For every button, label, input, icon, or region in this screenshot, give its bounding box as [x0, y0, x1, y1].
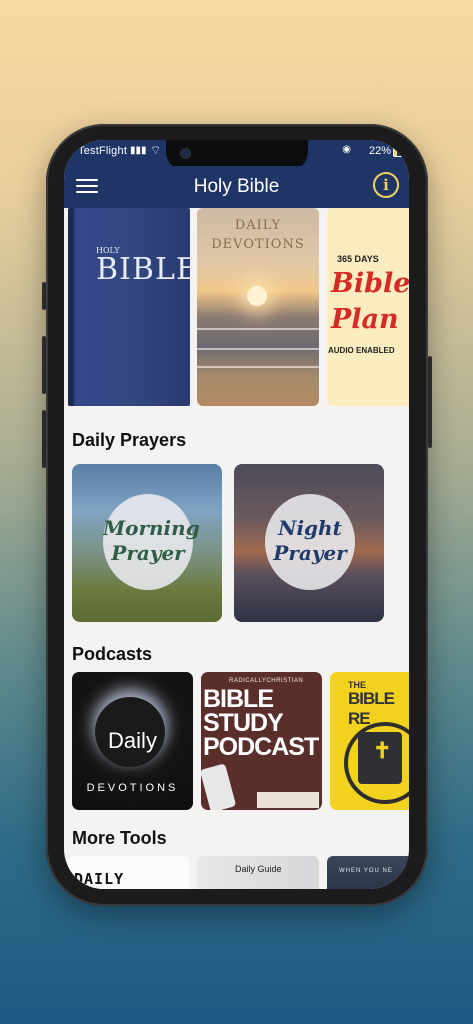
wave-line [197, 348, 319, 350]
plan-audio-label: AUDIO ENABLED [328, 346, 395, 355]
power-button [428, 356, 432, 448]
plan-days-label: 365 DAYS [337, 254, 379, 264]
night-prayer-card[interactable]: Night Prayer [234, 464, 384, 622]
plan-title-line1: Bible [331, 268, 409, 299]
cross-icon: ✝ [373, 738, 392, 763]
signal-icon: ▮▮▮ [130, 145, 147, 156]
main-scroll-area[interactable]: HOLY BIBLE DAILY DEVOTIONS 365 DAYS Bibl… [64, 208, 409, 889]
tool-card-daily[interactable]: DAILY [68, 856, 190, 889]
featured-card-holy-bible[interactable]: HOLY BIBLE [68, 208, 190, 406]
tool-card-daily-guide[interactable]: Daily Guide [197, 856, 319, 889]
volume-down-button [42, 410, 46, 468]
section-title-podcasts: Podcasts [72, 644, 153, 664]
featured-card-bible-plan[interactable]: 365 DAYS Bible Plan AUDIO ENABLED [327, 208, 409, 406]
app-title: Holy Bible [193, 176, 280, 197]
book-graphic [257, 792, 319, 808]
info-icon[interactable]: i [373, 172, 399, 198]
podcast-title-line1: BIBLE [203, 685, 274, 713]
podcast-publisher: RADICALLYCHRISTIAN [229, 678, 304, 684]
featured-card-daily-devotions[interactable]: DAILY DEVOTIONS [197, 208, 319, 406]
section-title-more-tools: More Tools [72, 828, 167, 848]
battery-percentage: 22% [368, 145, 391, 157]
carrier-label: TestFlight [78, 145, 128, 157]
prayer-badge: Morning Prayer [103, 494, 200, 590]
sun-icon [247, 286, 267, 306]
prayer-badge: Night Prayer [265, 494, 355, 590]
night-prayer-label: Night Prayer [273, 516, 347, 565]
volume-up-button [42, 336, 46, 394]
podcast-bible-reading[interactable]: THE BIBLE RE ✝ [330, 672, 409, 810]
daily-devotions-title: DAILY DEVOTIONS [211, 218, 305, 252]
tool-title: Daily Guide [235, 864, 282, 874]
phone-graphic [201, 763, 237, 810]
podcast-title: Daily [108, 728, 157, 753]
tool-title: WHEN YOU NE [339, 868, 393, 874]
book-spine [68, 208, 74, 406]
wave-line [197, 366, 319, 368]
morning-prayer-label: Morning Prayer [103, 516, 200, 565]
mute-switch [42, 282, 46, 310]
tool-card-when-you-need[interactable]: WHEN YOU NE [327, 856, 409, 889]
plan-title-line2: Plan [331, 304, 399, 335]
podcast-subtitle: DEVOTIONS [86, 782, 179, 794]
podcast-daily-devotions[interactable]: Daily DEVOTIONS [72, 672, 193, 810]
app-bar: Holy Bible i [64, 166, 409, 208]
wifi-icon: ⌔ [150, 143, 162, 157]
featured-carousel[interactable]: HOLY BIBLE DAILY DEVOTIONS 365 DAYS Bibl… [64, 208, 409, 408]
tool-title: DAILY [74, 870, 125, 888]
morning-prayer-card[interactable]: Morning Prayer [72, 464, 222, 622]
wave-line [197, 328, 319, 330]
podcast-title-line2: STUDY [203, 709, 284, 737]
app-screen: TestFlight ▮▮▮ ⌔ ◉ 22% Holy Bible i HOLY… [64, 140, 409, 889]
section-title-daily-prayers: Daily Prayers [72, 430, 187, 450]
battery-icon [393, 147, 405, 157]
podcast-bible-study[interactable]: RADICALLYCHRISTIAN BIBLE STUDY PODCAST [201, 672, 322, 810]
podcast-title-line3: PODCAST [203, 733, 319, 761]
front-camera [180, 148, 191, 159]
orientation-lock-icon: ◉ [342, 144, 351, 155]
bible-cover-title: BIBLE [96, 252, 190, 287]
